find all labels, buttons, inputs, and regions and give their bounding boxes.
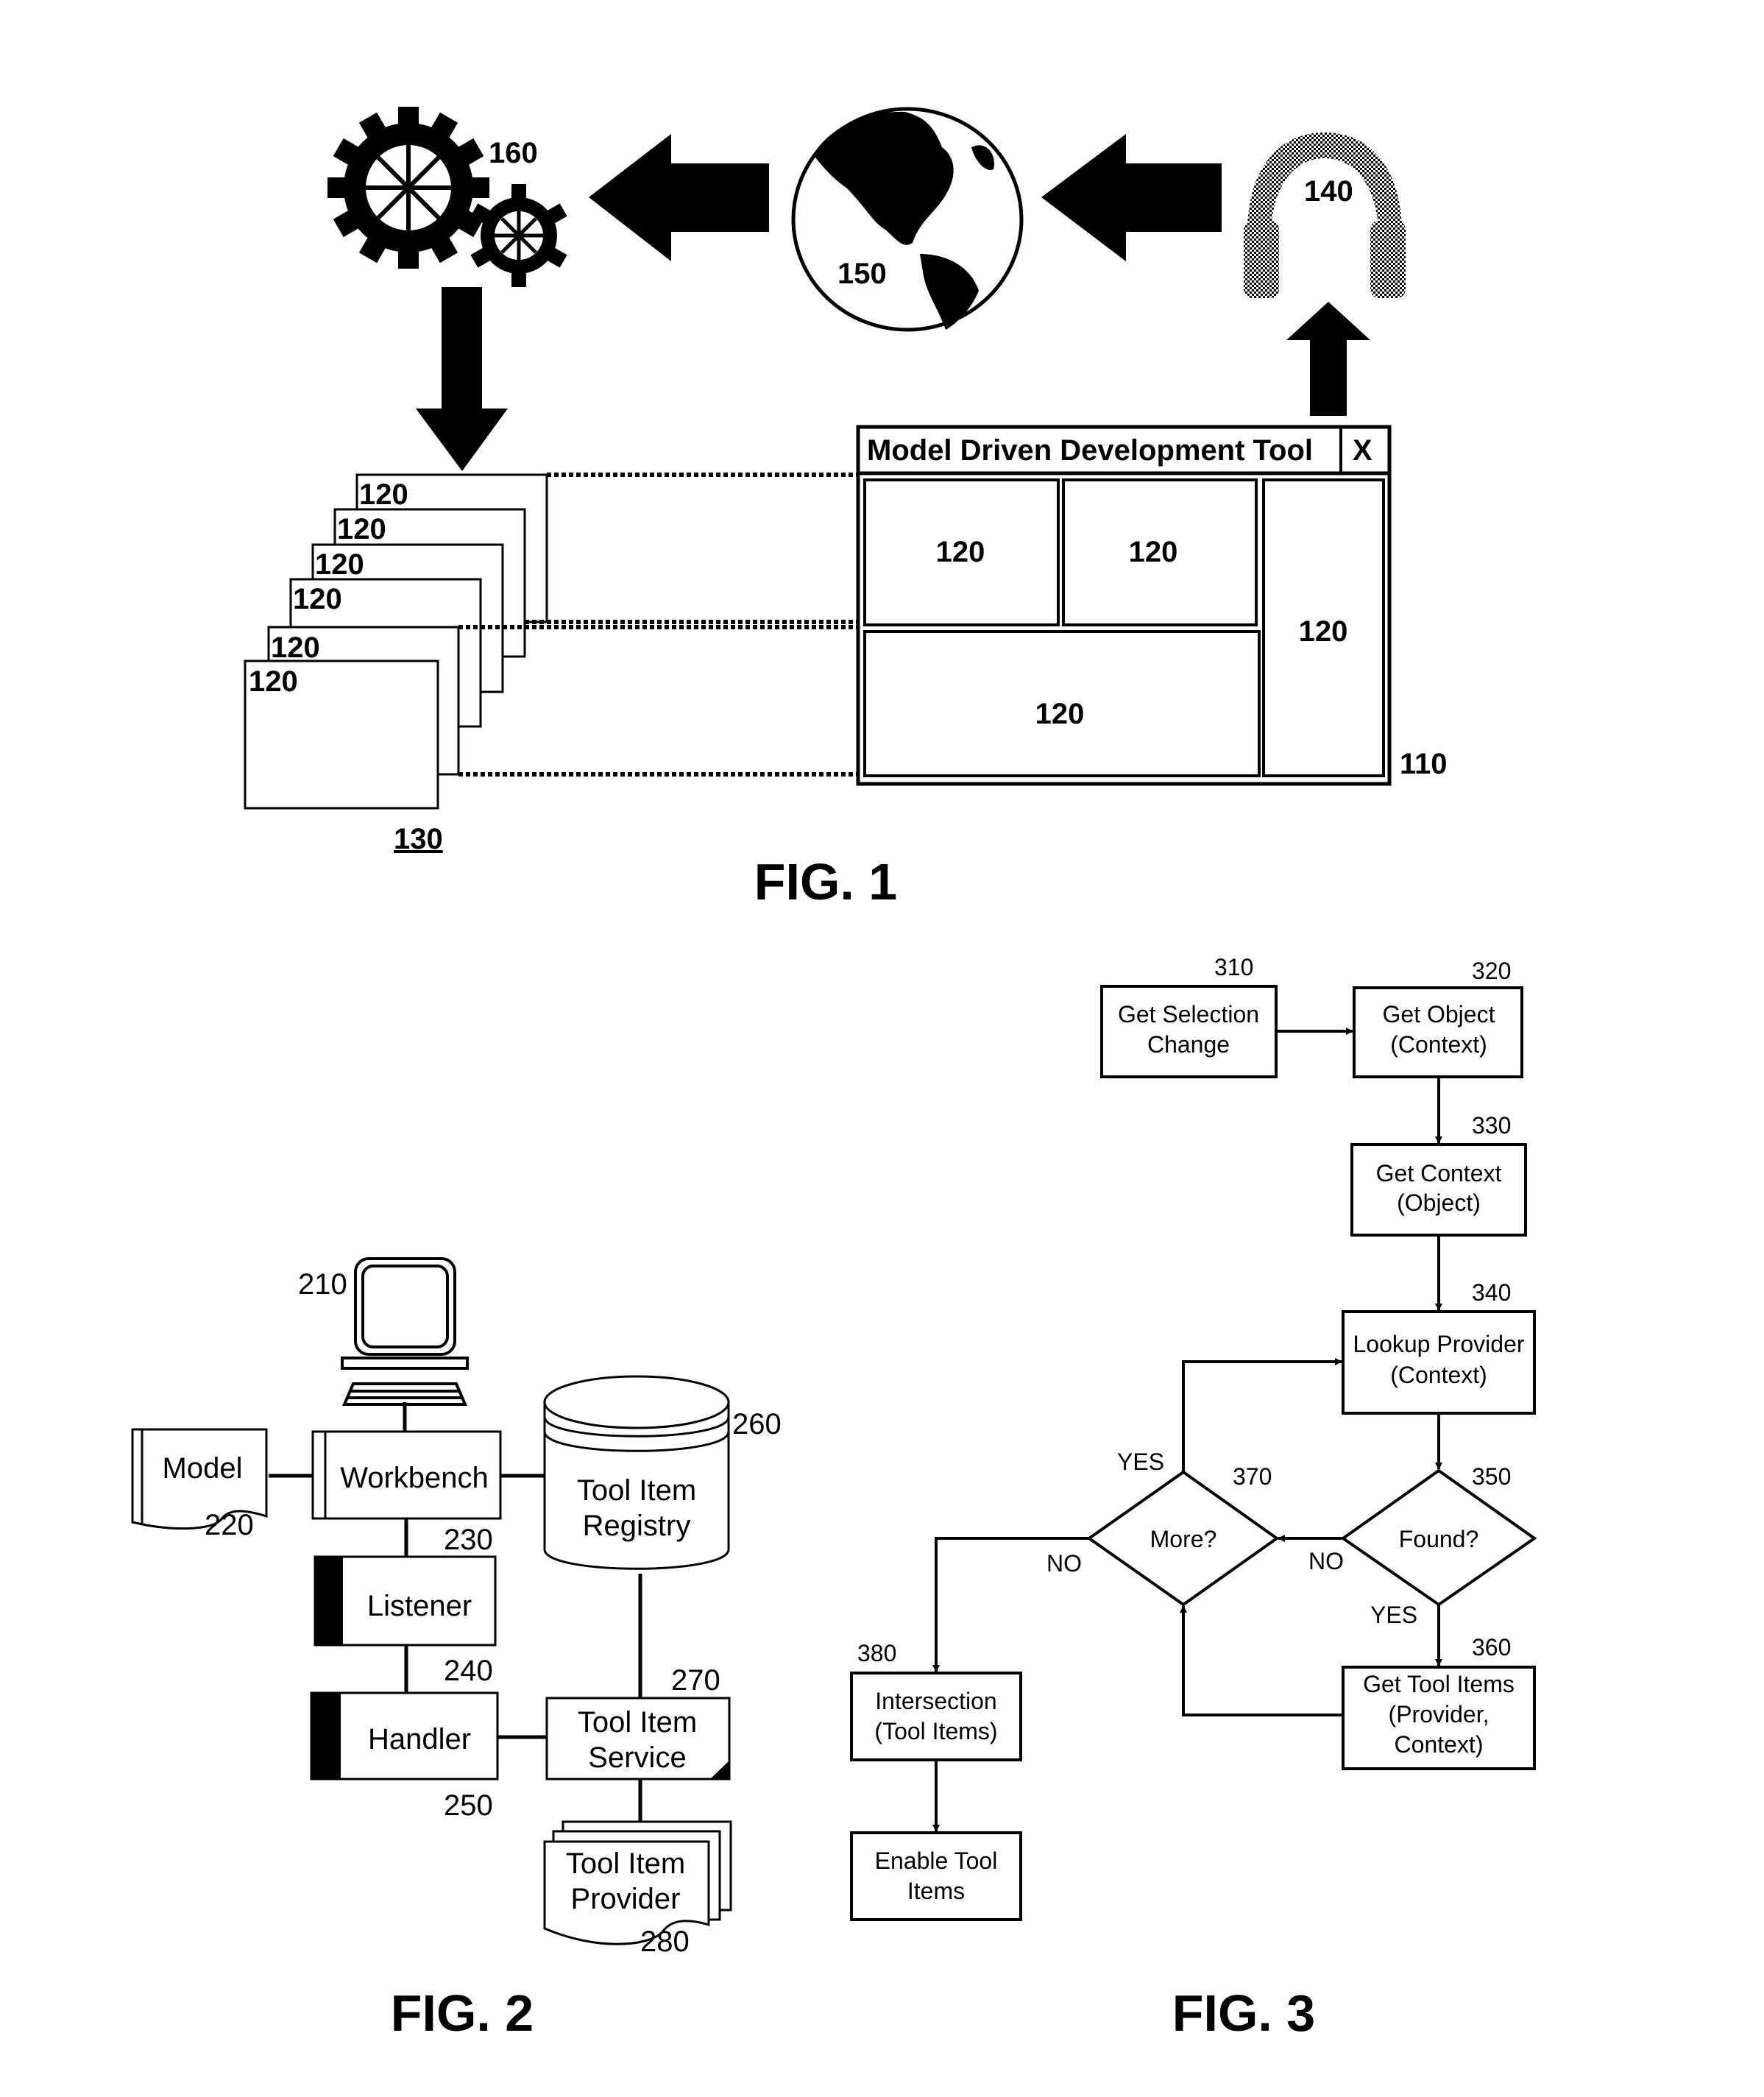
stack-panel-ref: 120: [315, 548, 364, 581]
ref-310: 310: [1214, 954, 1254, 980]
ref-210: 210: [298, 1268, 347, 1301]
model-label: Model: [162, 1452, 243, 1485]
ref-340: 340: [1472, 1279, 1512, 1306]
step-380-line2: (Tool Items): [874, 1718, 998, 1744]
listener-label: Listener: [366, 1590, 472, 1622]
arrow-down-icon: [416, 287, 508, 471]
ref-140: 140: [1304, 175, 1353, 208]
window-title: Model Driven Development Tool: [867, 434, 1313, 467]
step-380: [850, 1672, 1022, 1761]
step-390-line2: Items: [907, 1878, 966, 1904]
tool-window: [856, 425, 1392, 786]
provider-label-1: Tool Item: [565, 1847, 686, 1880]
step-310-line1: Get Selection: [1117, 1001, 1260, 1028]
fig3-caption: FIG. 3: [1172, 1984, 1316, 2042]
fig1-caption: FIG. 1: [754, 853, 898, 910]
service-label-2: Service: [588, 1741, 687, 1774]
step-330-line2: (Object): [1397, 1189, 1481, 1216]
ref-220: 220: [205, 1509, 254, 1541]
provider-label-2: Provider: [570, 1883, 681, 1915]
registry-label-1: Tool Item: [576, 1474, 697, 1507]
ref-280: 280: [640, 1926, 690, 1958]
step-310-line2: Change: [1147, 1031, 1230, 1058]
fig3: [850, 985, 1537, 1921]
step-390-line1: Enable Tool: [874, 1847, 998, 1874]
step-320-line1: Get Object: [1382, 1001, 1495, 1028]
ref-230: 230: [444, 1524, 493, 1556]
stack-panel-ref: 120: [337, 513, 386, 545]
step-360-line3: Context): [1394, 1731, 1484, 1758]
panel-ref: 120: [935, 536, 985, 568]
service-label-1: Tool Item: [577, 1706, 698, 1739]
no-label-350: NO: [1308, 1548, 1344, 1574]
step-340-line1: Lookup Provider: [1353, 1331, 1525, 1357]
no-label-370: NO: [1046, 1550, 1082, 1577]
handler-label: Handler: [367, 1723, 472, 1755]
stack-panel-ref: 120: [249, 665, 298, 698]
globe-icon: [791, 107, 1024, 332]
ref-380: 380: [857, 1640, 897, 1666]
decision-370-label: More?: [1150, 1526, 1217, 1552]
step-360-line2: (Provider,: [1388, 1701, 1490, 1728]
ref-160: 160: [489, 137, 538, 169]
step-340-line2: (Context): [1390, 1362, 1487, 1388]
close-button[interactable]: X: [1353, 436, 1372, 465]
ref-260: 260: [732, 1408, 782, 1440]
step-320-line2: (Context): [1390, 1031, 1487, 1058]
step-360-line1: Get Tool Items: [1363, 1671, 1515, 1697]
step-390: [850, 1831, 1022, 1921]
step-330-line1: Get Context: [1375, 1160, 1502, 1187]
stack-panel-ref: 120: [359, 478, 408, 511]
ref-130: 130: [394, 823, 443, 855]
yes-label-350: YES: [1370, 1602, 1418, 1628]
panel-ref: 120: [1298, 615, 1348, 648]
stack-panel-ref: 120: [271, 632, 320, 664]
arrow-left-icon: [1041, 134, 1222, 261]
arrow-up-icon: [1286, 302, 1370, 416]
computer-icon: [341, 1257, 469, 1406]
step-380-line1: Intersection: [875, 1688, 997, 1714]
registry-label-2: Registry: [582, 1510, 691, 1542]
ref-330: 330: [1472, 1112, 1512, 1139]
ref-320: 320: [1472, 958, 1512, 984]
panel-ref: 120: [1035, 698, 1085, 730]
workbench-label: Workbench: [340, 1462, 489, 1494]
stack-panel-ref: 120: [293, 583, 342, 615]
ref-110: 110: [1400, 748, 1448, 780]
ref-270: 270: [671, 1664, 720, 1697]
decision-350-label: Found?: [1398, 1526, 1479, 1552]
yes-label-370: YES: [1117, 1449, 1165, 1475]
ref-360: 360: [1472, 1634, 1512, 1661]
ref-240: 240: [444, 1655, 493, 1687]
ref-370: 370: [1233, 1463, 1272, 1490]
panel-ref: 120: [1128, 536, 1178, 568]
ref-250: 250: [444, 1789, 493, 1822]
headphones-icon: [1244, 132, 1406, 298]
fig2-caption: FIG. 2: [390, 1984, 534, 2042]
arrow-left-icon: [589, 134, 769, 261]
gears-icon: [327, 107, 567, 287]
ref-350: 350: [1472, 1463, 1512, 1490]
ref-150: 150: [837, 258, 887, 290]
patent-drawing-sheet: [131, 107, 1537, 1945]
